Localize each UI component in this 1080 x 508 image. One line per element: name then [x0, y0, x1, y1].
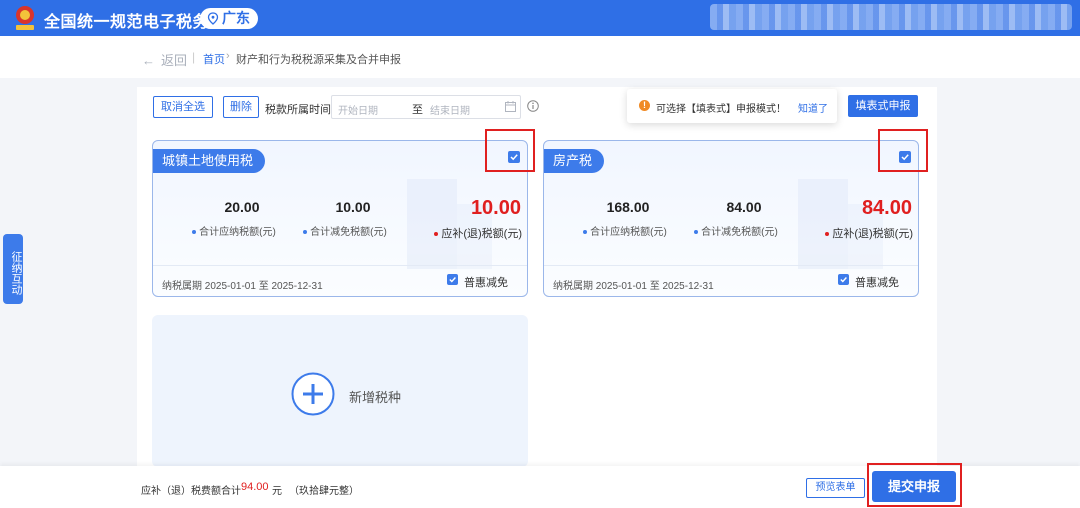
tax-name-tag: 房产税	[544, 149, 605, 173]
payable-label-text: 合计应纳税额(元)	[590, 227, 667, 238]
info-icon[interactable]	[527, 100, 539, 112]
main-panel: 取消全选 删除 税款所属时间 开始日期 至 结束日期 ! 可选择【填表式】申报模…	[137, 87, 937, 467]
tax-period: 纳税属期 2025-01-01 至 2025-12-31	[553, 281, 714, 292]
payable-amount: 168.00	[606, 199, 650, 215]
payable-amount: 20.00	[224, 199, 260, 215]
reduced-label: 合计减免税额(元)	[681, 223, 791, 238]
fill-form-declare-button[interactable]: 填表式申报	[848, 95, 918, 117]
calendar-icon	[505, 101, 516, 112]
tax-period: 纳税属期 2025-01-01 至 2025-12-31	[162, 281, 323, 292]
tax-emblem-icon	[16, 6, 34, 30]
reduced-label-text: 合计减免税额(元)	[310, 227, 387, 238]
due-label: 应补(退)税额(元)	[825, 225, 913, 241]
top-bar: 全国统一规范电子税务局 广东	[0, 0, 1080, 36]
payable-label: 合计应纳税额(元)	[179, 223, 289, 238]
relief-checkbox[interactable]	[447, 274, 458, 285]
due-label: 应补(退)税额(元)	[434, 225, 522, 241]
due-amount: 84.00	[861, 197, 912, 219]
total-amount-in-words: （玖拾肆元整）	[289, 486, 359, 497]
highlight-box	[867, 463, 962, 507]
add-tax-card[interactable]: 新增税种	[152, 315, 528, 467]
add-tax-label: 新增税种	[349, 390, 402, 405]
user-info-blurred[interactable]	[710, 4, 1072, 30]
breadcrumb-separator: ›	[226, 50, 230, 62]
back-arrow-icon: ←	[142, 53, 155, 68]
highlight-box	[485, 129, 535, 172]
reduced-amount: 84.00	[726, 199, 762, 215]
mode-tip-popover: ! 可选择【填表式】申报模式！ 知道了	[627, 89, 837, 123]
deselect-all-button[interactable]: 取消全选	[153, 96, 213, 118]
red-dot-icon	[434, 232, 439, 237]
total-amount: 94.00	[241, 481, 269, 493]
plus-circle-icon	[291, 372, 335, 416]
total-unit: 元	[272, 486, 282, 497]
tax-name-tag: 城镇土地使用税	[153, 149, 266, 173]
payable-label-text: 合计应纳税额(元)	[199, 227, 276, 238]
end-date-input[interactable]: 结束日期	[430, 102, 470, 117]
reduced-label: 合计减免税额(元)	[290, 223, 400, 238]
blue-dot-icon	[694, 230, 699, 235]
relief-label: 普惠减免	[855, 277, 899, 289]
breadcrumb: ← 返回 | 首页 › 财产和行为税税源采集及合并申报	[0, 36, 1080, 78]
tax-card-property[interactable]: 房产税 168.00 合计应纳税额(元) 84.00 合计减免税额(元) 84.…	[543, 140, 919, 297]
card-divider	[544, 265, 918, 266]
red-dot-icon	[825, 232, 830, 237]
breadcrumb-divider: |	[192, 50, 196, 64]
region-label: 广东	[222, 10, 250, 26]
card-divider	[153, 265, 527, 266]
total-label: 应补（退）税费额合计	[141, 486, 241, 497]
tip-message: 可选择【填表式】申报模式！	[656, 104, 786, 115]
warning-icon: !	[639, 100, 650, 111]
payable-label: 合计应纳税额(元)	[570, 223, 680, 238]
back-label: 返回	[161, 53, 188, 68]
blue-dot-icon	[583, 230, 588, 235]
due-amount: 10.00	[470, 197, 521, 219]
start-date-input[interactable]: 开始日期	[338, 102, 378, 117]
preview-form-button[interactable]: 预览表单	[806, 478, 865, 498]
date-range-picker[interactable]: 开始日期 至 结束日期	[331, 95, 521, 119]
breadcrumb-home[interactable]: 首页	[203, 51, 225, 67]
tip-ok-link[interactable]: 知道了	[798, 100, 828, 115]
reduced-label-text: 合计减免税额(元)	[701, 227, 778, 238]
highlight-box	[878, 129, 928, 172]
site-title: 全国统一规范电子税务局	[44, 14, 226, 31]
breadcrumb-current: 财产和行为税税源采集及合并申报	[236, 54, 401, 66]
back-link[interactable]: ← 返回	[142, 50, 187, 69]
relief-label: 普惠减免	[464, 277, 508, 289]
delete-button[interactable]: 删除	[223, 96, 259, 118]
tax-card-land-use[interactable]: 城镇土地使用税 20.00 合计应纳税额(元) 10.00 合计减免税额(元) …	[152, 140, 528, 297]
interaction-side-tab[interactable]: 征纳互动	[3, 234, 23, 304]
tax-period-label: 税款所属时间	[265, 104, 331, 116]
footer-bar: 应补（退）税费额合计 94.00 元 （玖拾肆元整） 预览表单 提交申报	[0, 463, 1080, 508]
blue-dot-icon	[303, 230, 308, 235]
relief-checkbox[interactable]	[838, 274, 849, 285]
location-pin-icon	[207, 12, 219, 25]
blue-dot-icon	[192, 230, 197, 235]
due-label-text: 应补(退)税额(元)	[832, 228, 913, 240]
due-label-text: 应补(退)税额(元)	[441, 228, 522, 240]
region-selector[interactable]: 广东	[200, 8, 258, 29]
date-range-separator: 至	[412, 104, 423, 116]
reduced-amount: 10.00	[335, 199, 371, 215]
